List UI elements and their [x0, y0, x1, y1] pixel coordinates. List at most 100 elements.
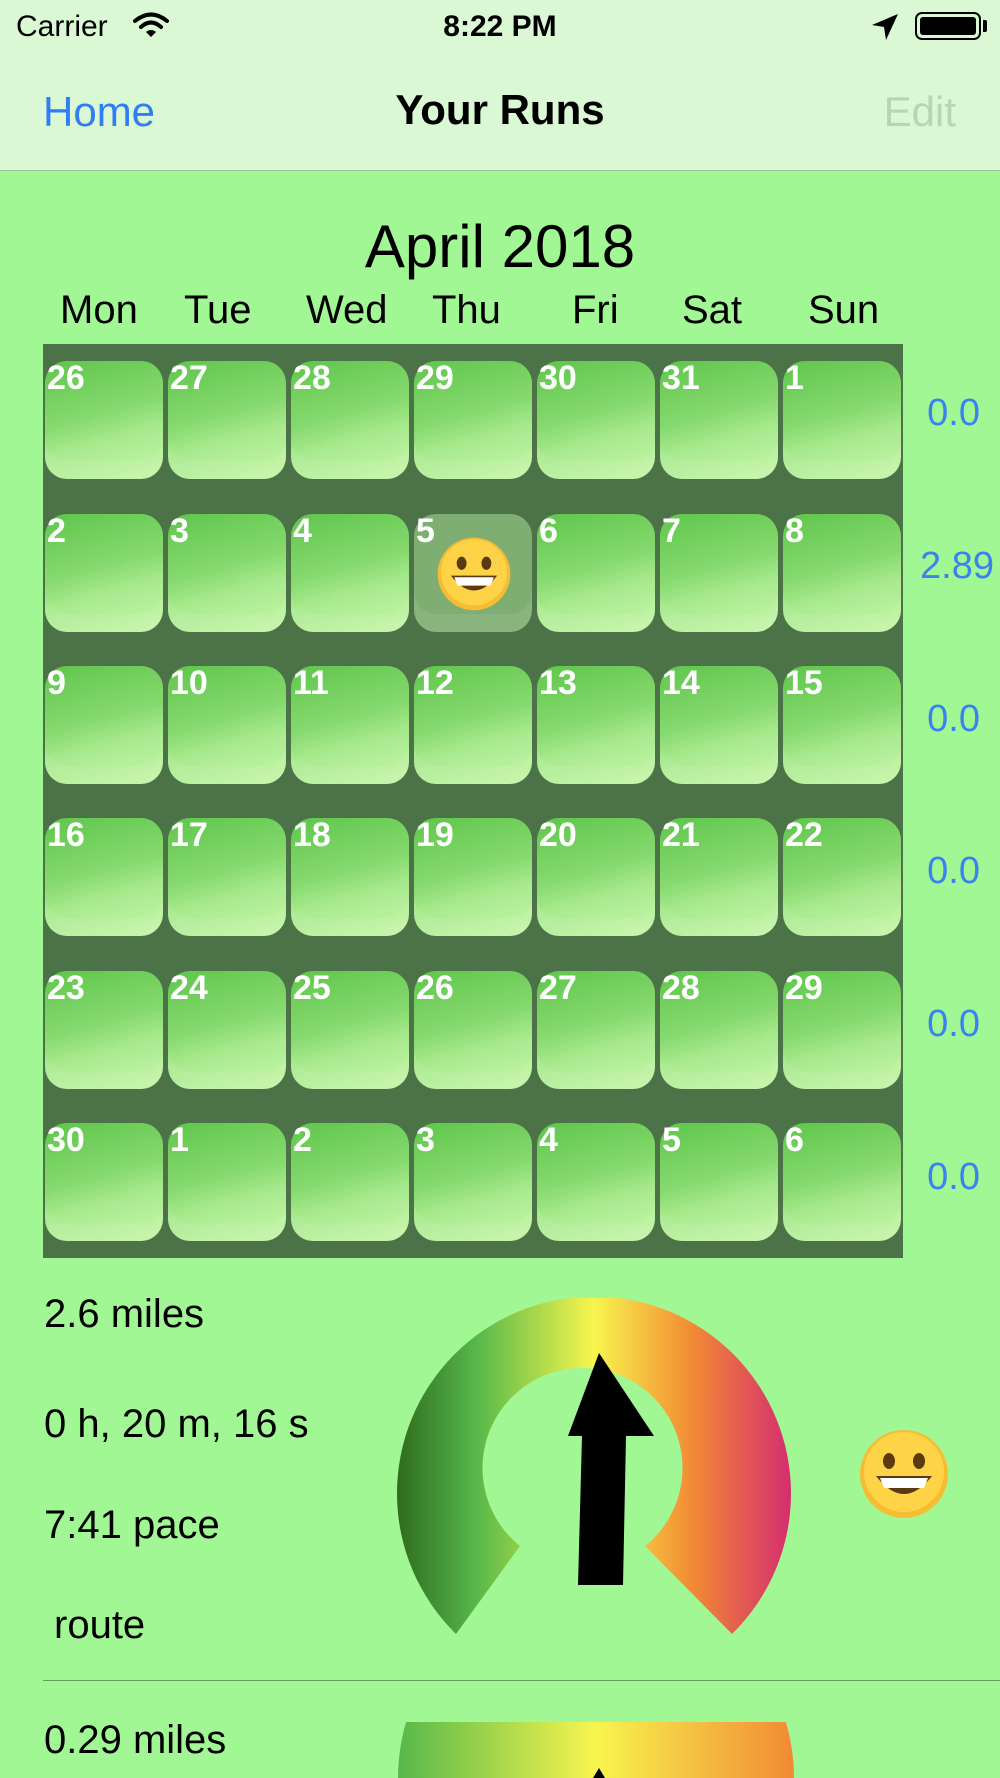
battery-nub — [983, 20, 987, 32]
calendar-day[interactable]: 30 — [537, 359, 655, 479]
calendar-day[interactable]: 31 — [660, 359, 778, 479]
day-number: 28 — [293, 359, 331, 397]
calendar-day[interactable]: 21 — [660, 816, 778, 936]
edit-button[interactable]: Edit — [884, 88, 956, 136]
day-number: 12 — [416, 664, 454, 702]
week-total-miles: 0.0 — [927, 1156, 980, 1198]
day-number: 11 — [293, 664, 329, 702]
calendar-day[interactable]: 28 — [291, 359, 409, 479]
day-number: 2 — [47, 512, 66, 550]
week-total-miles: 0.0 — [927, 392, 980, 434]
day-number: 16 — [47, 816, 85, 854]
calendar-day[interactable]: 12 — [414, 664, 532, 784]
calendar-day[interactable]: 6 — [783, 1121, 901, 1241]
calendar-day[interactable]: 2 — [45, 512, 163, 632]
day-number: 28 — [662, 969, 700, 1007]
calendar-day[interactable]: 19 — [414, 816, 532, 936]
week-total-miles: 0.0 — [927, 698, 980, 740]
calendar-day[interactable]: 27 — [168, 359, 286, 479]
day-number: 18 — [293, 816, 331, 854]
weekday-label: Thu — [432, 288, 501, 332]
calendar-day[interactable]: 18 — [291, 816, 409, 936]
month-title: April 2018 — [364, 213, 636, 280]
calendar-day[interactable]: 4 — [537, 1121, 655, 1241]
day-number: 31 — [662, 359, 700, 397]
route-button[interactable]: route — [54, 1603, 145, 1648]
battery-icon — [915, 12, 981, 40]
day-number: 9 — [47, 664, 66, 702]
calendar-day[interactable]: 28 — [660, 969, 778, 1089]
calendar-day[interactable]: 29 — [414, 359, 532, 479]
day-number: 29 — [785, 969, 823, 1007]
day-number: 6 — [539, 512, 558, 550]
weekday-label: Tue — [184, 288, 252, 332]
day-number: 21 — [662, 816, 700, 854]
calendar-day[interactable]: 14 — [660, 664, 778, 784]
day-number: 1 — [785, 359, 804, 397]
weekday-label: Mon — [60, 288, 138, 332]
day-number: 2 — [293, 1121, 312, 1159]
day-number: 26 — [416, 969, 454, 1007]
calendar-day[interactable]: 10 — [168, 664, 286, 784]
calendar-day[interactable]: 15 — [783, 664, 901, 784]
location-arrow-icon — [870, 12, 900, 47]
arrow-icon — [568, 1353, 654, 1585]
calendar-day[interactable]: 9 — [45, 664, 163, 784]
day-number: 13 — [539, 664, 577, 702]
week-total-miles: 2.89 — [920, 545, 994, 587]
calendar-day[interactable]: 7 — [660, 512, 778, 632]
calendar-day[interactable]: 25 — [291, 969, 409, 1089]
day-number: 15 — [785, 664, 823, 702]
day-number: 8 — [785, 512, 804, 550]
calendar-day[interactable]: 5 — [414, 512, 532, 632]
day-number: 6 — [785, 1121, 804, 1159]
calendar-day[interactable]: 11 — [291, 664, 409, 784]
run-distance: 2.6 miles — [44, 1292, 205, 1336]
calendar-day[interactable]: 1 — [783, 359, 901, 479]
calendar-day[interactable]: 20 — [537, 816, 655, 936]
day-number: 24 — [170, 969, 208, 1007]
day-number: 30 — [47, 1121, 85, 1159]
effort-gauge — [397, 1298, 791, 1634]
run-pace: 7:41 pace — [44, 1503, 220, 1547]
day-number: 14 — [662, 664, 700, 702]
page-title: Your Runs — [395, 86, 605, 133]
calendar-grid: 26 27 28 29 30 31 1 2 3 4 5 6 7 8 9 10 11 12 13 14 15 16 17 18… — [43, 344, 903, 1258]
calendar-day[interactable]: 13 — [537, 664, 655, 784]
calendar-day[interactable]: 8 — [783, 512, 901, 632]
day-number: 10 — [170, 664, 208, 702]
day-number: 7 — [662, 512, 681, 550]
calendar-day[interactable]: 3 — [414, 1121, 532, 1241]
day-number: 27 — [539, 969, 577, 1007]
day-number: 23 — [47, 969, 85, 1007]
weekday-label: Sat — [682, 288, 743, 332]
calendar-day[interactable]: 17 — [168, 816, 286, 936]
calendar-day[interactable]: 6 — [537, 512, 655, 632]
day-number: 5 — [662, 1121, 681, 1159]
calendar-day[interactable]: 26 — [414, 969, 532, 1089]
calendar-day[interactable]: 2 — [291, 1121, 409, 1241]
day-number: 20 — [539, 816, 577, 854]
calendar-day[interactable]: 1 — [168, 1121, 286, 1241]
calendar-day[interactable]: 4 — [291, 512, 409, 632]
calendar-day[interactable]: 3 — [168, 512, 286, 632]
day-number: 26 — [47, 359, 85, 397]
calendar-day[interactable]: 24 — [168, 969, 286, 1089]
weekday-label: Fri — [572, 288, 619, 332]
week-total-miles: 0.0 — [927, 1003, 980, 1045]
calendar-day[interactable]: 27 — [537, 969, 655, 1089]
run-distance: 0.29 miles — [44, 1718, 227, 1762]
calendar-day[interactable]: 22 — [783, 816, 901, 936]
day-number: 30 — [539, 359, 577, 397]
day-number: 4 — [293, 512, 312, 550]
day-number: 19 — [416, 816, 454, 854]
calendar-day[interactable]: 16 — [45, 816, 163, 936]
day-number: 27 — [170, 359, 208, 397]
calendar-day[interactable]: 23 — [45, 969, 163, 1089]
run-duration: 0 h, 20 m, 16 s — [44, 1402, 309, 1446]
calendar-day[interactable]: 5 — [660, 1121, 778, 1241]
day-number: 3 — [170, 512, 189, 550]
calendar-day[interactable]: 26 — [45, 359, 163, 479]
calendar-day[interactable]: 29 — [783, 969, 901, 1089]
calendar-day[interactable]: 30 — [45, 1121, 163, 1241]
